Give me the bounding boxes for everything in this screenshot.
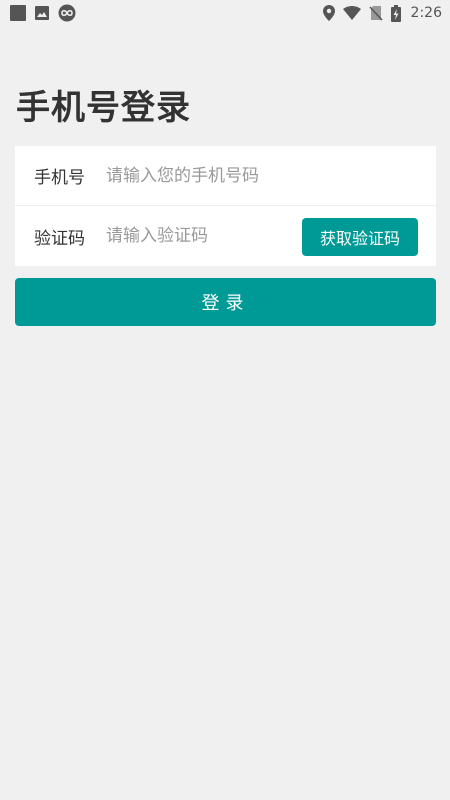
image-icon bbox=[34, 5, 50, 21]
status-bar: 2:26 bbox=[0, 0, 450, 26]
status-right: 2:26 bbox=[322, 4, 442, 22]
login-button[interactable]: 登录 bbox=[15, 278, 436, 326]
phone-input[interactable] bbox=[106, 160, 416, 191]
code-row: 验证码 获取验证码 bbox=[15, 206, 436, 266]
code-label: 验证码 bbox=[34, 228, 85, 249]
battery-charging-icon bbox=[390, 4, 401, 22]
get-code-button[interactable]: 获取验证码 bbox=[302, 218, 418, 256]
phone-label: 手机号 bbox=[34, 168, 85, 188]
status-left bbox=[10, 4, 76, 22]
login-form-card: 手机号 验证码 获取验证码 bbox=[15, 146, 436, 266]
square-icon bbox=[10, 5, 26, 21]
wifi-icon bbox=[342, 6, 361, 20]
verification-code-input[interactable] bbox=[106, 221, 296, 251]
status-time: 2:26 bbox=[410, 5, 442, 21]
location-icon bbox=[322, 5, 335, 21]
phone-row: 手机号 bbox=[15, 146, 436, 206]
page-title: 手机号登录 bbox=[16, 88, 191, 128]
no-sim-icon bbox=[368, 5, 383, 21]
infinity-icon bbox=[58, 4, 76, 22]
